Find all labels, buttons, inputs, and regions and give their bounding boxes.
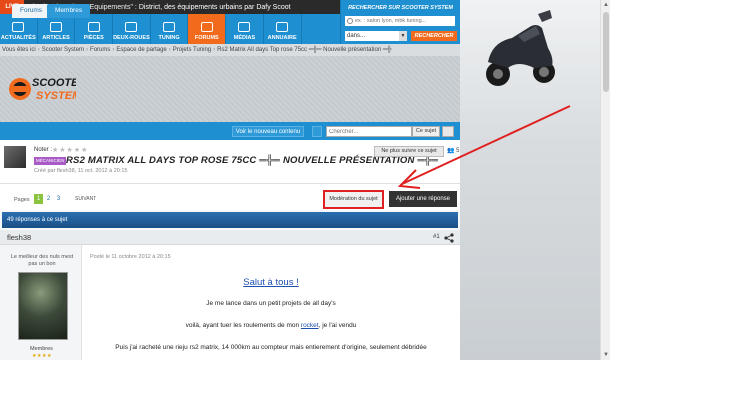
nav-item-forums[interactable]: FORUMS [188, 14, 227, 44]
location-pin-icon[interactable] [312, 126, 322, 137]
page-3[interactable]: 3 [54, 194, 63, 204]
scroll-thumb[interactable] [603, 12, 609, 92]
nav-item-annuaire[interactable]: ANNUAIRE [264, 14, 302, 44]
member-rank-stars: ★★★★ [32, 353, 52, 359]
scroll-down-arrow-icon[interactable]: ▼ [602, 351, 610, 359]
page-1[interactable]: 1 [34, 194, 43, 204]
news-icon [12, 22, 25, 32]
page-scrollbar[interactable]: ▲ ▼ [600, 0, 610, 360]
topic-meta: Créé par flesh38, 11 oct. 2012 à 20:15 [34, 168, 128, 174]
site-search-input[interactable] [345, 16, 455, 26]
post-date: Posté le 11 octobre 2012 à 20:15 [90, 254, 171, 260]
chevron-down-icon: ▼ [399, 31, 407, 41]
site-search-panel: RECHERCHER SUR SCOOTER SYSTEM dans... ▼ … [340, 0, 460, 44]
avatar[interactable] [18, 272, 68, 340]
share-icon[interactable] [444, 233, 454, 243]
rocket-link[interactable]: rocket [301, 322, 319, 329]
post-header [0, 230, 460, 245]
post-line-2: voilà, ayant tuer les roulements de mon … [185, 322, 357, 329]
breadcrumb-item[interactable]: Espace de partage [116, 47, 166, 53]
post-greeting: Salut à tous ! [243, 277, 299, 288]
new-content-button[interactable]: Voir le nouveau contenu [232, 126, 304, 137]
topic-moderation-button[interactable]: Modération du sujet [323, 190, 384, 209]
main-nav: ACTUALITÉS ARTICLES PIÈCES DEUX-ROUES TU… [0, 14, 340, 44]
ticker-title[interactable]: District, des équipements urbains par Da… [139, 4, 291, 11]
forum-bubble-icon [200, 22, 213, 32]
breadcrumb-you-are-here: Vous êtes ici [2, 47, 36, 53]
parts-icon [87, 22, 100, 32]
scooter-system-logo[interactable]: SCOOTER SYSTEM [6, 62, 76, 116]
rating-stars[interactable]: ★★★★★ [52, 146, 88, 154]
site-search-button[interactable]: RECHERCHER [411, 31, 457, 41]
post-number[interactable]: #1 [433, 234, 440, 240]
page-2[interactable]: 2 [44, 194, 53, 204]
nav-item-pieces[interactable]: PIÈCES [75, 14, 114, 44]
nav-item-actualites[interactable]: ACTUALITÉS [0, 14, 38, 44]
nav-item-deux-roues[interactable]: DEUX-ROUES [113, 14, 151, 44]
nav-item-tuning[interactable]: TUNING [151, 14, 189, 44]
blank-area [610, 0, 750, 360]
svg-text:SCOOTER: SCOOTER [32, 77, 76, 89]
breadcrumb-item[interactable]: Scooter System [42, 47, 84, 53]
nav-item-articles[interactable]: ARTICLES [38, 14, 76, 44]
scooter-image [486, 10, 555, 86]
svg-text:SYSTEM: SYSTEM [36, 90, 76, 102]
breadcrumb-item[interactable]: Projets Tuning [173, 47, 211, 53]
search-scope-select[interactable]: dans... ▼ [345, 31, 407, 41]
topic-author-thumbnail[interactable] [4, 146, 26, 168]
author-signature-tag: Le meilleur des nuls mest pas un bon [10, 254, 74, 267]
next-page-link[interactable]: SUIVANT [75, 196, 96, 202]
breadcrumb: Vous êtes ici › Scooter System › Forums › E… [0, 44, 460, 56]
member-group-label: Membres [30, 346, 53, 352]
post-author-name[interactable]: flesh38 [7, 233, 31, 242]
replies-count-bar: 49 réponses à ce sujet [2, 212, 458, 228]
post-line-1: Je me lance dans un petit projets de all… [206, 300, 336, 307]
directory-icon [276, 22, 289, 32]
post-line-3: Puis j'ai racheté une rieju rs2 matrix, … [115, 344, 427, 351]
nav-item-medias[interactable]: MÉDIAS [226, 14, 264, 44]
articles-icon [50, 22, 63, 32]
media-icon [238, 22, 251, 32]
site-search-title: RECHERCHER SUR SCOOTER SYSTEM [348, 5, 453, 11]
pages-label: Pages [14, 197, 30, 203]
breadcrumb-current: Rs2 Matrix All days Top rose 75cc ═╬═ No… [217, 47, 392, 53]
scooter-icon [125, 22, 138, 32]
rank-badge: MÉCANICIEN [34, 157, 67, 165]
scroll-up-arrow-icon[interactable]: ▲ [602, 1, 610, 9]
blank-area-bottom [0, 360, 750, 404]
tab-forums[interactable]: Forums [12, 4, 51, 18]
tuning-icon [163, 22, 176, 32]
breadcrumb-item[interactable]: Forums [90, 47, 110, 53]
search-icon [347, 18, 353, 24]
tab-membres[interactable]: Membres [47, 4, 91, 18]
annotation-arrow [397, 105, 571, 189]
rating-label: Noter : [34, 147, 53, 153]
